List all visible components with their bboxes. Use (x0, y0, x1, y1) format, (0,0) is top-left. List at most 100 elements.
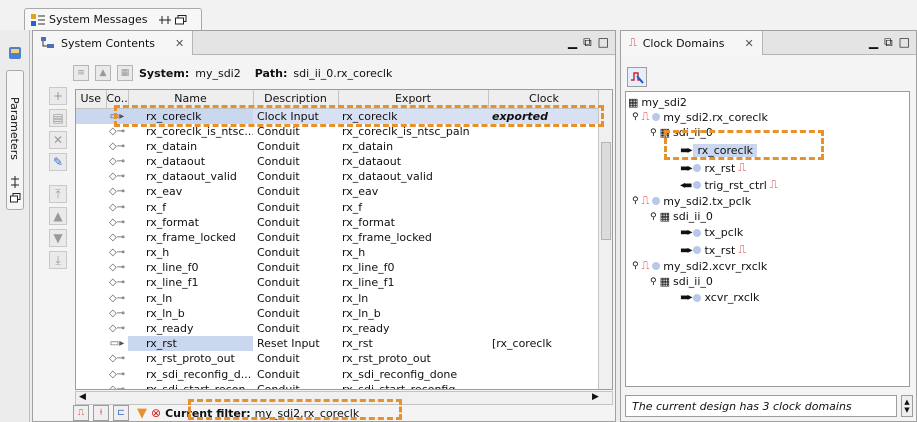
expand-icon[interactable]: ⚲ (632, 261, 639, 271)
tree-domain-rx-coreclk[interactable]: ⚲ ⎍ my_sdi2.rx_coreclk (632, 110, 768, 124)
table-row[interactable]: ◇⊸ rx_ready Conduit rx_ready (76, 321, 600, 336)
interface-filter-icon[interactable]: ⊏ (113, 405, 129, 421)
table-row[interactable]: ◇⊸ rx_f Conduit rx_f (76, 199, 600, 214)
edit-icon[interactable]: ✎ (49, 153, 67, 171)
move-down-icon[interactable]: ▼ (49, 229, 67, 247)
tree-instance[interactable]: ⚲ ▦ sdi_ii_0 (650, 275, 713, 288)
clock-filter-icon[interactable]: ⎍ (73, 405, 89, 421)
spin-up-icon[interactable]: ▲ (904, 398, 909, 406)
table-row[interactable]: ◇⊸ rx_datain Conduit rx_datain (76, 139, 600, 154)
use-checkbox-cell[interactable] (76, 367, 106, 382)
col-name[interactable]: Name (128, 90, 254, 109)
up-button[interactable]: ▲ (95, 65, 111, 81)
status-spinner[interactable]: ▲ ▼ (901, 395, 913, 417)
tree-instance[interactable]: ⚲ ▦ sdi_ii_0 (650, 126, 713, 139)
tree-domain-tx-pclk[interactable]: ⚲ ⎍ my_sdi2.tx_pclk (632, 194, 751, 208)
tree-port-xcvr-rxclk[interactable]: ▬▸ xcvr_rxclk (680, 291, 759, 304)
move-top-icon[interactable]: ⤒ (49, 185, 67, 203)
col-description[interactable]: Description (253, 90, 339, 109)
col-use[interactable]: Use (76, 90, 107, 109)
tree-instance[interactable]: ⚲ ▦ sdi_ii_0 (650, 210, 713, 223)
use-checkbox-cell[interactable] (76, 291, 106, 306)
col-connections[interactable]: Co... (106, 90, 129, 109)
use-checkbox-cell[interactable] (76, 382, 106, 389)
use-checkbox-cell[interactable] (76, 108, 106, 124)
window-icon[interactable]: □ (899, 35, 910, 50)
dock-icon[interactable] (10, 176, 20, 188)
expand-icon[interactable]: ⚲ (632, 196, 639, 206)
table-row[interactable]: ◇⊸ rx_h Conduit rx_h (76, 245, 600, 260)
table-row[interactable]: ◇⊸ rx_dataout_valid Conduit rx_dataout_vali… (76, 169, 600, 184)
minimize-icon[interactable]: ▁ (568, 35, 577, 50)
tree-port-trig-rst-ctrl[interactable]: ◂▬ trig_rst_ctrl ⎍ (680, 178, 778, 192)
scroll-thumb[interactable] (601, 142, 611, 240)
minimize-icon[interactable]: ▁ (869, 35, 878, 50)
close-icon[interactable]: ✕ (745, 37, 754, 50)
use-checkbox-cell[interactable] (76, 260, 106, 275)
funnel-icon[interactable]: ▼ (137, 406, 147, 421)
use-checkbox-cell[interactable] (76, 321, 106, 336)
table-row[interactable]: ◇⊸ rx_dataout Conduit rx_dataout (76, 154, 600, 169)
table-row[interactable]: ◇⊸ rx_line_f1 Conduit rx_line_f1 (76, 275, 600, 290)
system-view-button[interactable]: ▦ (117, 65, 133, 81)
table-row[interactable]: ▭▸ rx_rst Reset Input rx_rst [rx_coreclk (76, 336, 600, 352)
use-checkbox-cell[interactable] (76, 154, 106, 169)
table-row[interactable]: ◇⊸ rx_frame_locked Conduit rx_frame_locked (76, 230, 600, 245)
table-row[interactable]: ▭▸ rx_coreclk Clock Input rx_coreclk exporte… (76, 108, 600, 124)
expand-icon[interactable]: ⚲ (632, 112, 639, 122)
system-contents-tab[interactable]: System Contents ✕ (33, 31, 194, 55)
system-messages-tab[interactable]: System Messages (24, 8, 202, 30)
vertical-scrollbar[interactable] (598, 90, 612, 389)
table-row[interactable]: ◇⊸ rx_eav Conduit rx_eav (76, 184, 600, 199)
maximize-icon[interactable]: ⧉ (583, 35, 592, 50)
use-checkbox-cell[interactable] (76, 245, 106, 260)
horizontal-scrollbar[interactable]: ◀ ▶ (75, 391, 613, 405)
clear-filter-icon[interactable]: ⊗ (151, 406, 161, 420)
use-checkbox-cell[interactable] (76, 139, 106, 154)
table-row[interactable]: ◇⊸ rx_rst_proto_out Conduit rx_rst_proto_ou… (76, 351, 600, 366)
table-row[interactable]: ◇⊸ rx_coreclk_is_ntsc... Conduit rx_coreclk… (76, 124, 600, 139)
expand-icon[interactable]: ⚲ (650, 277, 657, 287)
maximize-icon[interactable]: ⧉ (884, 35, 893, 50)
clock-domains-tab[interactable]: ⎍ Clock Domains ✕ (621, 31, 763, 55)
tree-port-tx-pclk[interactable]: ▬▸ tx_pclk (680, 226, 743, 239)
use-checkbox-cell[interactable] (76, 230, 106, 245)
component-icon[interactable]: ▤ (49, 109, 67, 127)
use-checkbox-cell[interactable] (76, 184, 106, 199)
add-icon[interactable]: + (49, 87, 67, 105)
use-checkbox-cell[interactable] (76, 336, 106, 351)
window-icon[interactable]: □ (598, 35, 609, 50)
close-icon[interactable]: ✕ (175, 37, 184, 50)
tree-domain-xcvr-rxclk[interactable]: ⚲ ⎍ my_sdi2.xcvr_rxclk (632, 259, 767, 273)
tree-port-rx-rst[interactable]: ▬▸ rx_rst ⎍ (680, 161, 746, 175)
table-row[interactable]: ◇⊸ rx_sdi_reconfig_d... Conduit rx_sdi_reco… (76, 367, 600, 382)
move-bottom-icon[interactable]: ⤓ (49, 251, 67, 269)
use-checkbox-cell[interactable] (76, 306, 106, 321)
table-row[interactable]: ◇⊸ rx_format Conduit rx_format (76, 215, 600, 230)
use-checkbox-cell[interactable] (76, 124, 106, 139)
table-row[interactable]: ◇⊸ rx_line_f0 Conduit rx_line_f0 (76, 260, 600, 275)
use-checkbox-cell[interactable] (76, 199, 106, 214)
tree-port-rx-coreclk[interactable]: ▬▸ rx_coreclk (680, 144, 758, 157)
tree-root[interactable]: ▦ my_sdi2 (628, 96, 687, 109)
dock-icon[interactable] (159, 15, 172, 25)
use-checkbox-cell[interactable] (76, 215, 106, 230)
parameters-tab[interactable]: Parameters (6, 70, 24, 210)
table-row[interactable]: ◇⊸ rx_ln Conduit rx_ln (76, 291, 600, 306)
scroll-left-icon[interactable]: ◀ (79, 392, 86, 402)
reset-filter-icon[interactable]: ⍿ (93, 405, 109, 421)
use-checkbox-cell[interactable] (76, 351, 106, 366)
tree-port-tx-rst[interactable]: ▬▸ tx_rst ⎍ (680, 243, 746, 257)
scroll-right-icon[interactable]: ▶ (592, 392, 599, 402)
col-export[interactable]: Export (338, 90, 489, 109)
expand-icon[interactable]: ⚲ (650, 128, 657, 138)
use-checkbox-cell[interactable] (76, 275, 106, 290)
table-row[interactable]: ◇⊸ rx_ln_b Conduit rx_ln_b (76, 306, 600, 321)
table-row[interactable]: ◇⊸ rx_sdi_start_recon... Conduit rx_sdi_sta… (76, 382, 600, 389)
expand-icon[interactable]: ⚲ (650, 212, 657, 222)
restore-icon[interactable] (10, 193, 21, 203)
move-up-icon[interactable]: ▲ (49, 207, 67, 225)
spin-down-icon[interactable]: ▼ (904, 406, 909, 414)
use-checkbox-cell[interactable] (76, 169, 106, 184)
show-clock-domains-button[interactable] (627, 67, 647, 87)
